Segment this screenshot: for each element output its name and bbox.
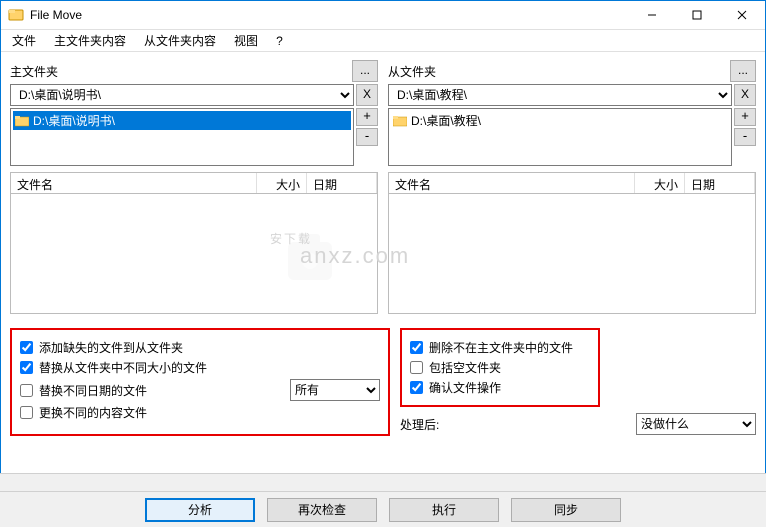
main-path-clear-button[interactable]: X bbox=[356, 84, 378, 106]
menu-view[interactable]: 视图 bbox=[226, 30, 266, 51]
main-list-header: 文件名 大小 日期 bbox=[10, 172, 378, 194]
sub-list-header: 文件名 大小 日期 bbox=[388, 172, 756, 194]
sub-folder-label: 从文件夹 bbox=[388, 63, 730, 80]
main-tree-item[interactable]: D:\桌面\说明书\ bbox=[13, 111, 351, 130]
main-path-select[interactable]: D:\桌面\说明书\ bbox=[10, 84, 354, 106]
sub-folder-tree[interactable]: D:\桌面\教程\ bbox=[388, 108, 732, 166]
date-scope-select[interactable]: 所有 bbox=[290, 379, 380, 401]
button-bar: 分析 再次检查 执行 同步 bbox=[0, 491, 766, 527]
left-options-group: 添加缺失的文件到从文件夹 替换从文件夹中不同大小的文件 替换不同日期的文件 所有… bbox=[10, 328, 390, 436]
chk-include-empty[interactable] bbox=[410, 361, 423, 374]
chk-replace-size[interactable] bbox=[20, 361, 33, 374]
sub-file-list[interactable] bbox=[388, 194, 756, 314]
main-remove-button[interactable]: - bbox=[356, 128, 378, 146]
right-options-group: 删除不在主文件夹中的文件 包括空文件夹 确认文件操作 bbox=[400, 328, 600, 407]
main-folder-tree[interactable]: D:\桌面\说明书\ bbox=[10, 108, 354, 166]
main-folder-panel: 主文件夹 ... D:\桌面\说明书\ X D:\桌面\说明书\ + - bbox=[10, 60, 378, 314]
analyze-button[interactable]: 分析 bbox=[145, 498, 255, 522]
after-label: 处理后: bbox=[400, 416, 439, 433]
chk-delete-not-in-main[interactable] bbox=[410, 341, 423, 354]
maximize-button[interactable] bbox=[674, 0, 719, 29]
main-file-list[interactable] bbox=[10, 194, 378, 314]
minimize-button[interactable] bbox=[629, 0, 674, 29]
menubar: 文件 主文件夹内容 从文件夹内容 视图 ? bbox=[0, 30, 766, 52]
col-size[interactable]: 大小 bbox=[635, 173, 685, 193]
menu-sub-content[interactable]: 从文件夹内容 bbox=[136, 30, 224, 51]
col-size[interactable]: 大小 bbox=[257, 173, 307, 193]
statusbar bbox=[0, 473, 766, 491]
chk-replace-date[interactable] bbox=[20, 384, 33, 397]
col-name[interactable]: 文件名 bbox=[389, 173, 635, 193]
sub-remove-button[interactable]: - bbox=[734, 128, 756, 146]
folder-icon bbox=[15, 115, 29, 127]
col-date[interactable]: 日期 bbox=[307, 173, 377, 193]
sub-add-button[interactable]: + bbox=[734, 108, 756, 126]
menu-help[interactable]: ? bbox=[268, 32, 291, 50]
sub-path-clear-button[interactable]: X bbox=[734, 84, 756, 106]
menu-file[interactable]: 文件 bbox=[4, 30, 44, 51]
sync-button[interactable]: 同步 bbox=[511, 498, 621, 522]
main-folder-label: 主文件夹 bbox=[10, 63, 352, 80]
col-date[interactable]: 日期 bbox=[685, 173, 755, 193]
recheck-button[interactable]: 再次检查 bbox=[267, 498, 377, 522]
menu-main-content[interactable]: 主文件夹内容 bbox=[46, 30, 134, 51]
col-name[interactable]: 文件名 bbox=[11, 173, 257, 193]
close-button[interactable] bbox=[719, 0, 764, 29]
main-browse-button[interactable]: ... bbox=[352, 60, 378, 82]
chk-confirm-ops[interactable] bbox=[410, 381, 423, 394]
after-action-select[interactable]: 没做什么 bbox=[636, 413, 756, 435]
sub-browse-button[interactable]: ... bbox=[730, 60, 756, 82]
app-icon bbox=[8, 7, 24, 23]
execute-button[interactable]: 执行 bbox=[389, 498, 499, 522]
main-add-button[interactable]: + bbox=[356, 108, 378, 126]
sub-tree-item[interactable]: D:\桌面\教程\ bbox=[391, 111, 729, 130]
sub-folder-panel: 从文件夹 ... D:\桌面\教程\ X D:\桌面\教程\ + - bbox=[388, 60, 756, 314]
window-title: File Move bbox=[30, 8, 629, 22]
folder-icon bbox=[393, 115, 407, 127]
chk-replace-content[interactable] bbox=[20, 406, 33, 419]
titlebar: File Move bbox=[0, 0, 766, 30]
sub-path-select[interactable]: D:\桌面\教程\ bbox=[388, 84, 732, 106]
chk-add-missing[interactable] bbox=[20, 341, 33, 354]
